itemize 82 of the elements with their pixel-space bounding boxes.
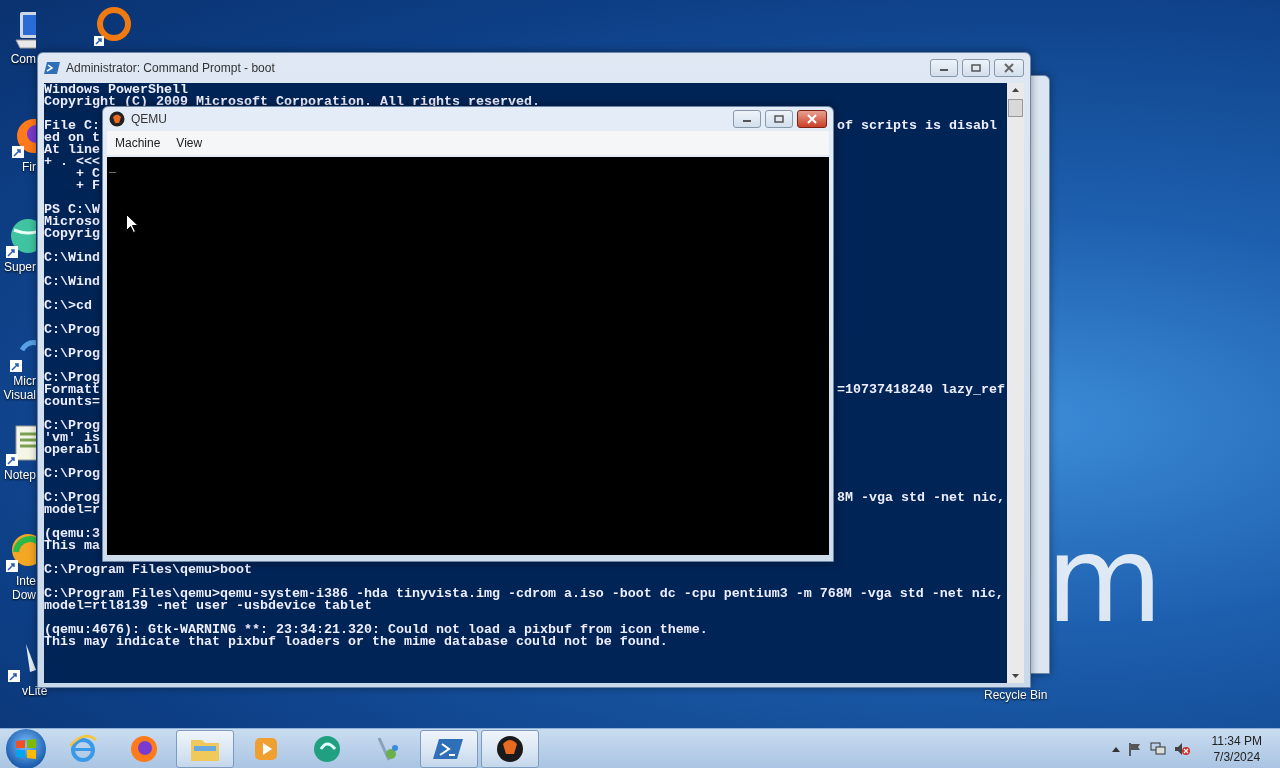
console-line: C:\Wind <box>44 276 100 288</box>
console-line: C:\Wind <box>44 252 100 264</box>
console-line: model=r <box>44 504 100 516</box>
icon-label[interactable]: Inte <box>0 574 36 588</box>
maximize-button[interactable] <box>765 110 793 128</box>
icon-label[interactable]: Fir <box>0 160 36 174</box>
console-line: (qemu:3 <box>44 528 100 540</box>
icon-label[interactable]: Visual <box>0 388 36 402</box>
console-line: Windows PowerShell <box>44 84 188 96</box>
speaker-muted-icon[interactable] <box>1173 742 1190 756</box>
icon-label[interactable]: Recycle Bin <box>984 688 1048 702</box>
console-line: 8M -vga std -net nic, <box>837 492 1005 504</box>
clock-time[interactable]: 11:34 PM <box>1211 733 1262 749</box>
console-line: C:\Prog <box>44 324 100 336</box>
network-icon[interactable] <box>1149 742 1166 756</box>
globe-icon[interactable] <box>4 216 36 260</box>
close-button[interactable] <box>797 110 827 128</box>
mouse-pointer-icon <box>126 214 138 233</box>
console-line: operabl <box>44 444 100 456</box>
console-line: of scripts is disabl <box>837 120 997 132</box>
console-line: =10737418240 lazy_ref <box>837 384 1005 396</box>
maximize-button[interactable] <box>962 59 990 77</box>
firefox-icon <box>129 734 159 764</box>
icon-label[interactable]: Dow <box>0 588 36 602</box>
console-line: Copyrig <box>44 228 100 240</box>
console-line: This ma <box>44 540 100 552</box>
console-line: C:\Prog <box>44 468 100 480</box>
qemu-icon <box>495 734 525 764</box>
console-line: At line <box>44 144 100 156</box>
console-line: File C: <box>44 120 100 132</box>
globe-e-icon <box>68 734 98 764</box>
console-line: C:\Prog <box>44 348 100 360</box>
close-icon <box>1004 63 1014 73</box>
window-title: QEMU <box>131 112 167 126</box>
circle-icon <box>312 734 342 764</box>
taskbar-button[interactable] <box>481 730 539 768</box>
console-line: C:\Prog <box>44 372 100 384</box>
start-button[interactable] <box>6 729 46 768</box>
console-line: ed on t <box>44 132 100 144</box>
console-line: Microso <box>44 216 100 228</box>
scrollbar[interactable] <box>1007 83 1024 683</box>
flag-icon[interactable] <box>1127 742 1142 756</box>
text-cursor: _ <box>109 161 117 175</box>
console-line: Formatt <box>44 384 100 396</box>
console-line: This may indicate that pixbuf loaders or the mime database could not be found. <box>44 636 668 648</box>
console-line: C:\Program Files\qemu>qemu-system-i386 -hda tinyvista.img -cdrom a.iso -boot dc -cpu pentium3 -m 768M -vga std -net nic, <box>44 588 1004 600</box>
close-icon <box>807 114 817 124</box>
scroll-down-icon[interactable] <box>1012 674 1019 678</box>
close-button[interactable] <box>994 59 1024 77</box>
console-line: + . <<< <box>44 156 100 168</box>
windows-logo-icon <box>15 738 37 760</box>
scroll-thumb[interactable] <box>1008 99 1023 117</box>
show-hidden-icon[interactable] <box>1111 746 1120 752</box>
console-line: C:\Program Files\qemu>boot <box>44 564 252 576</box>
icon-label[interactable]: Notep <box>0 468 36 482</box>
maximize-icon <box>971 64 981 72</box>
console-line: + F <box>75 180 100 192</box>
window-title: Administrator: Command Prompt - boot <box>66 61 275 75</box>
console-line: PS C:\W <box>44 204 100 216</box>
icon-label[interactable]: Micr <box>0 374 36 388</box>
menu-item[interactable]: View <box>168 136 211 150</box>
ring-icon[interactable] <box>92 6 132 48</box>
console-line: C:\Prog <box>44 492 100 504</box>
console-line: counts= <box>44 396 100 408</box>
console-line: C:\Prog <box>44 420 100 432</box>
console-line: (qemu:4676): Gtk-WARNING **: 23:34:21.320: Could not load a pixbuf from icon theme. <box>44 624 708 636</box>
wallpaper-text: m <box>1046 520 1163 640</box>
minimize-button[interactable] <box>733 110 761 128</box>
terminal-icon <box>44 61 60 75</box>
scroll-up-icon[interactable] <box>1012 88 1019 92</box>
icon-label[interactable]: vLite <box>22 684 48 698</box>
icon-label[interactable]: Super <box>0 260 36 274</box>
maximize-icon <box>774 115 784 123</box>
qemu-icon <box>109 111 125 127</box>
minimize-button[interactable] <box>930 59 958 77</box>
icon-label[interactable]: Com <box>0 52 36 66</box>
console-line: C:\>cd <box>44 300 92 312</box>
console-line: 'vm' is <box>44 432 100 444</box>
console-line: + C <box>75 168 100 180</box>
console-line: model=rtl8139 -net user -usbdevice tablet <box>44 600 372 612</box>
menu-item[interactable]: Machine <box>107 136 169 150</box>
clock-date[interactable]: 7/3/2024 <box>1213 749 1261 765</box>
